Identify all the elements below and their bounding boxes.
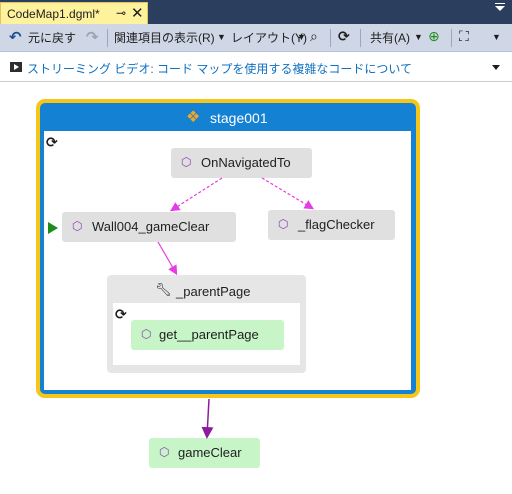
toolbar-separator bbox=[107, 29, 108, 47]
node-get-parent-page[interactable]: ⬡ get__parentPage bbox=[131, 320, 284, 350]
entry-point-icon bbox=[48, 222, 58, 234]
streaming-video-link[interactable]: ストリーミング ビデオ: コード マップを使用する複雑なコードについて bbox=[27, 60, 412, 77]
chevron-down-icon[interactable]: ▼ bbox=[297, 32, 306, 42]
tab-codemap[interactable]: CodeMap1.dgml* ⊸ ✕ bbox=[0, 2, 148, 24]
wrench-icon: 🔧︎ bbox=[155, 282, 172, 297]
chevron-down-icon[interactable]: ▼ bbox=[414, 32, 423, 42]
undo-icon[interactable]: ↶ bbox=[9, 28, 22, 46]
pin-icon[interactable]: ⊸ bbox=[116, 6, 126, 20]
node-on-navigated-to[interactable]: ⬡ OnNavigatedTo bbox=[171, 148, 312, 178]
refresh-icon[interactable]: ⟳ bbox=[115, 306, 127, 323]
cube-icon: ⬡ bbox=[181, 155, 192, 169]
toolbar: ↶ 元に戻す ↷ 関連項目の表示(R) ▼ レイアウト(Y) ▼ ⌕ ⟳ 共有(… bbox=[0, 24, 512, 52]
cube-icon: ⬡ bbox=[72, 219, 83, 233]
related-items-menu[interactable]: 関連項目の表示(R) bbox=[114, 29, 215, 46]
refresh-icon[interactable]: ⟳ bbox=[338, 28, 350, 45]
video-play-icon bbox=[10, 62, 22, 72]
undo-button[interactable]: 元に戻す bbox=[28, 29, 76, 46]
layout-menu[interactable]: レイアウト(Y) bbox=[231, 29, 307, 46]
close-icon[interactable]: ✕ bbox=[131, 4, 144, 22]
share-menu[interactable]: 共有(A) bbox=[370, 29, 410, 46]
cube-icon: ⬡ bbox=[141, 327, 152, 341]
cube-icon: ⬡ bbox=[278, 217, 289, 231]
info-dropdown-icon[interactable] bbox=[492, 65, 500, 70]
node-flag-checker[interactable]: ⬡ _flagChecker bbox=[268, 210, 395, 240]
info-bar: ストリーミング ビデオ: コード マップを使用する複雑なコードについて bbox=[0, 52, 512, 82]
document-tab-bar: CodeMap1.dgml* ⊸ ✕ bbox=[0, 0, 512, 24]
node-gameclear[interactable]: ⬡ gameClear bbox=[149, 438, 260, 468]
zoom-fit-icon[interactable]: ⛶ bbox=[459, 28, 469, 45]
refresh-icon[interactable]: ⟳ bbox=[46, 134, 58, 151]
tab-overflow-dropdown-icon[interactable] bbox=[495, 6, 505, 11]
node-wall004-gameclear[interactable]: ⬡ Wall004_gameClear bbox=[62, 212, 236, 242]
tab-title: CodeMap1.dgml* bbox=[7, 7, 100, 21]
class-icon: ❖ bbox=[186, 109, 201, 126]
toolbar-separator bbox=[330, 29, 331, 47]
group-title: stage001 bbox=[210, 110, 268, 126]
toolbar-separator bbox=[360, 29, 361, 47]
find-icon[interactable]: ⌕ bbox=[310, 28, 318, 45]
tab-overflow-line bbox=[495, 3, 505, 4]
toolbar-separator bbox=[451, 29, 452, 47]
comment-add-icon[interactable]: ⊕ bbox=[428, 28, 440, 45]
cube-icon: ⬡ bbox=[159, 445, 170, 459]
toolbar-overflow-icon[interactable]: ▼ bbox=[492, 32, 501, 42]
subgroup-title: _parentPage bbox=[176, 284, 251, 299]
redo-icon[interactable]: ↷ bbox=[86, 28, 99, 46]
chevron-down-icon[interactable]: ▼ bbox=[217, 32, 226, 42]
